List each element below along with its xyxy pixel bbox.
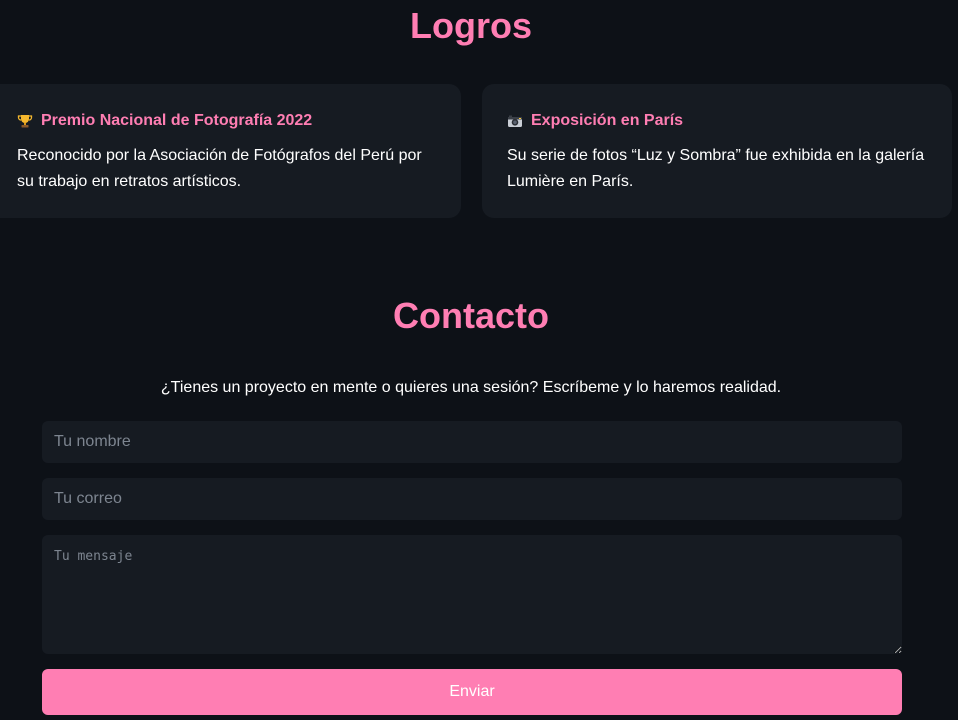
contacto-subtitle: ¿Tienes un proyecto en mente o quieres u… [160,379,782,396]
camera-icon [508,115,522,127]
achievement-card-title-text: Exposición en París [531,112,684,129]
submit-button[interactable]: Enviar [42,669,902,715]
achievement-card: Premio Nacional de Fotografía 2022 Recon… [0,84,461,218]
achievement-card-text: Su serie de fotos “Luz y Sombra” fue exh… [507,147,925,190]
achievement-card-title-text: Premio Nacional de Fotografía 2022 [41,112,313,129]
trophy-icon [17,115,33,128]
achievement-card-title: Exposición en París [507,110,932,132]
achievement-card-text: Reconocido por la Asociación de Fotógraf… [17,147,422,190]
name-input[interactable] [42,421,902,463]
logros-title: Logros [410,5,532,46]
contacto-title: Contacto [393,295,549,336]
achievement-card: Exposición en París Su serie de fotos “L… [482,84,952,218]
achievement-card-title: Premio Nacional de Fotografía 2022 [17,110,441,132]
email-input[interactable] [42,478,902,520]
message-textarea[interactable] [42,535,902,654]
